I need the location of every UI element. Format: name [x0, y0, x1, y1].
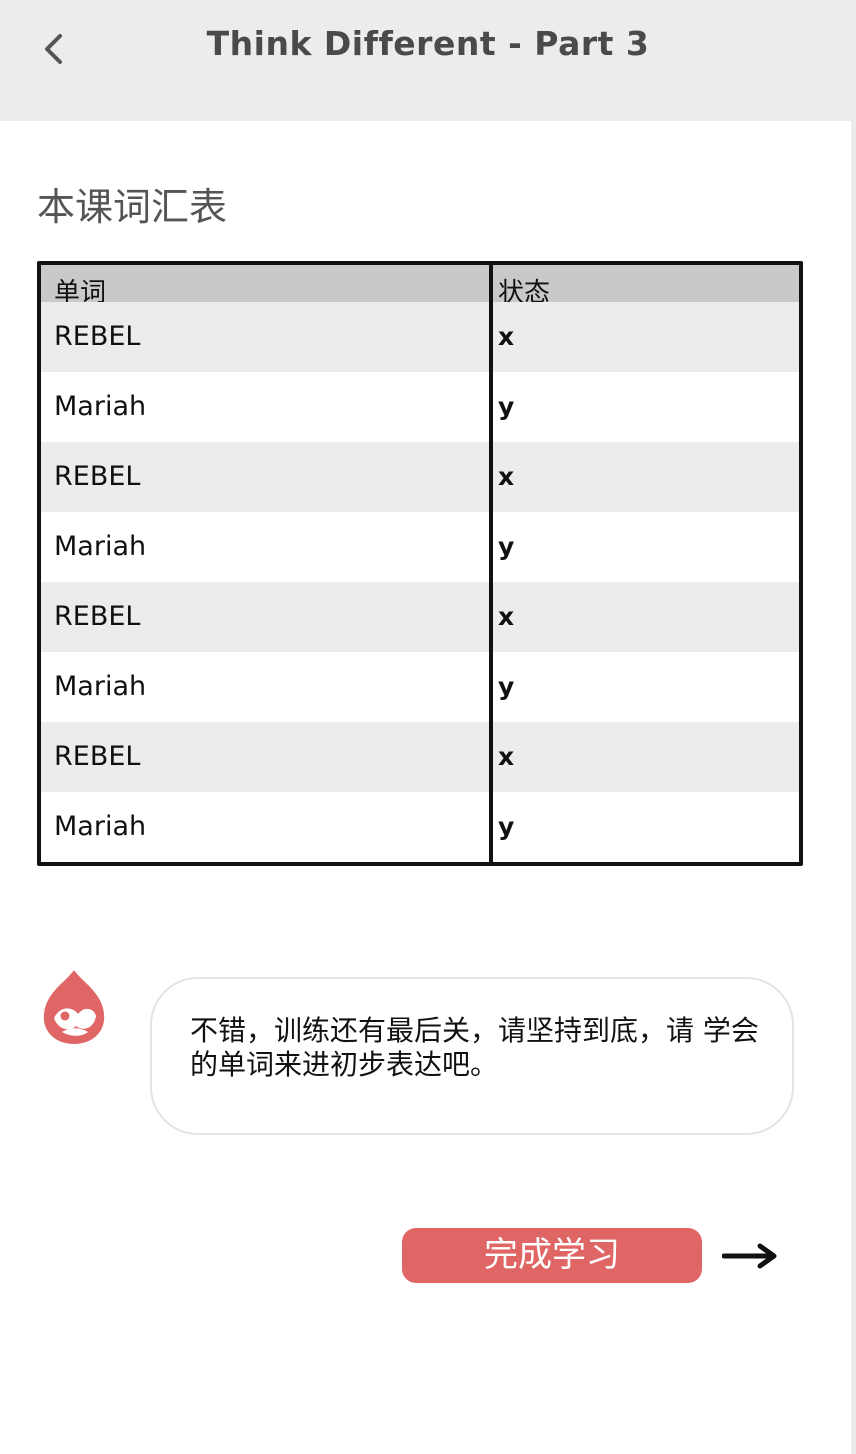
status-cell: x — [498, 322, 515, 351]
word-cell: Mariah — [54, 391, 147, 422]
assistant-message: 不错，训练还有最后关，请坚持到底，请 学会的单词来进初步表达吧。 — [190, 1014, 759, 1081]
status-cell: x — [498, 602, 515, 631]
table-row: REBEL x — [41, 442, 799, 512]
top-bar: Think Different - Part 3 — [0, 0, 856, 121]
section-title: 本课词汇表 — [37, 185, 228, 229]
word-cell: REBEL — [54, 601, 141, 632]
status-cell: x — [498, 742, 515, 771]
table-row: Mariah y — [41, 372, 799, 442]
table-row: Mariah y — [41, 652, 799, 722]
table-row: REBEL x — [41, 722, 799, 792]
word-cell: Mariah — [54, 811, 147, 842]
status-cell: y — [498, 392, 515, 421]
arrow-right-icon — [721, 1243, 777, 1269]
status-cell: y — [498, 812, 515, 841]
word-cell: Mariah — [54, 531, 147, 562]
scrollbar-track — [851, 0, 856, 1454]
assistant-avatar — [38, 966, 110, 1046]
table-row: Mariah y — [41, 792, 799, 862]
column-divider — [489, 265, 493, 862]
vocabulary-table: 单词 状态 REBEL x Mariah y REBEL x Mariah y … — [37, 261, 803, 866]
next-button[interactable] — [721, 1238, 780, 1274]
status-cell: y — [498, 672, 515, 701]
word-cell: Mariah — [54, 671, 147, 702]
table-row: REBEL x — [41, 302, 799, 372]
drupal-drop-icon — [43, 970, 105, 1044]
status-cell: y — [498, 532, 515, 561]
table-row: REBEL x — [41, 582, 799, 652]
table-row: Mariah y — [41, 512, 799, 582]
word-cell: REBEL — [54, 741, 141, 772]
complete-learning-button[interactable]: 完成学习 — [402, 1228, 702, 1283]
page-title: Think Different - Part 3 — [206, 24, 650, 63]
table-header: 单词 状态 — [41, 265, 799, 308]
status-cell: x — [498, 462, 515, 491]
word-cell: REBEL — [54, 461, 141, 492]
table-body: REBEL x Mariah y REBEL x Mariah y REBEL … — [41, 302, 799, 862]
speech-bubble: 不错，训练还有最后关，请坚持到底，请 学会的单词来进初步表达吧。 — [150, 977, 794, 1135]
word-cell: REBEL — [54, 321, 141, 352]
